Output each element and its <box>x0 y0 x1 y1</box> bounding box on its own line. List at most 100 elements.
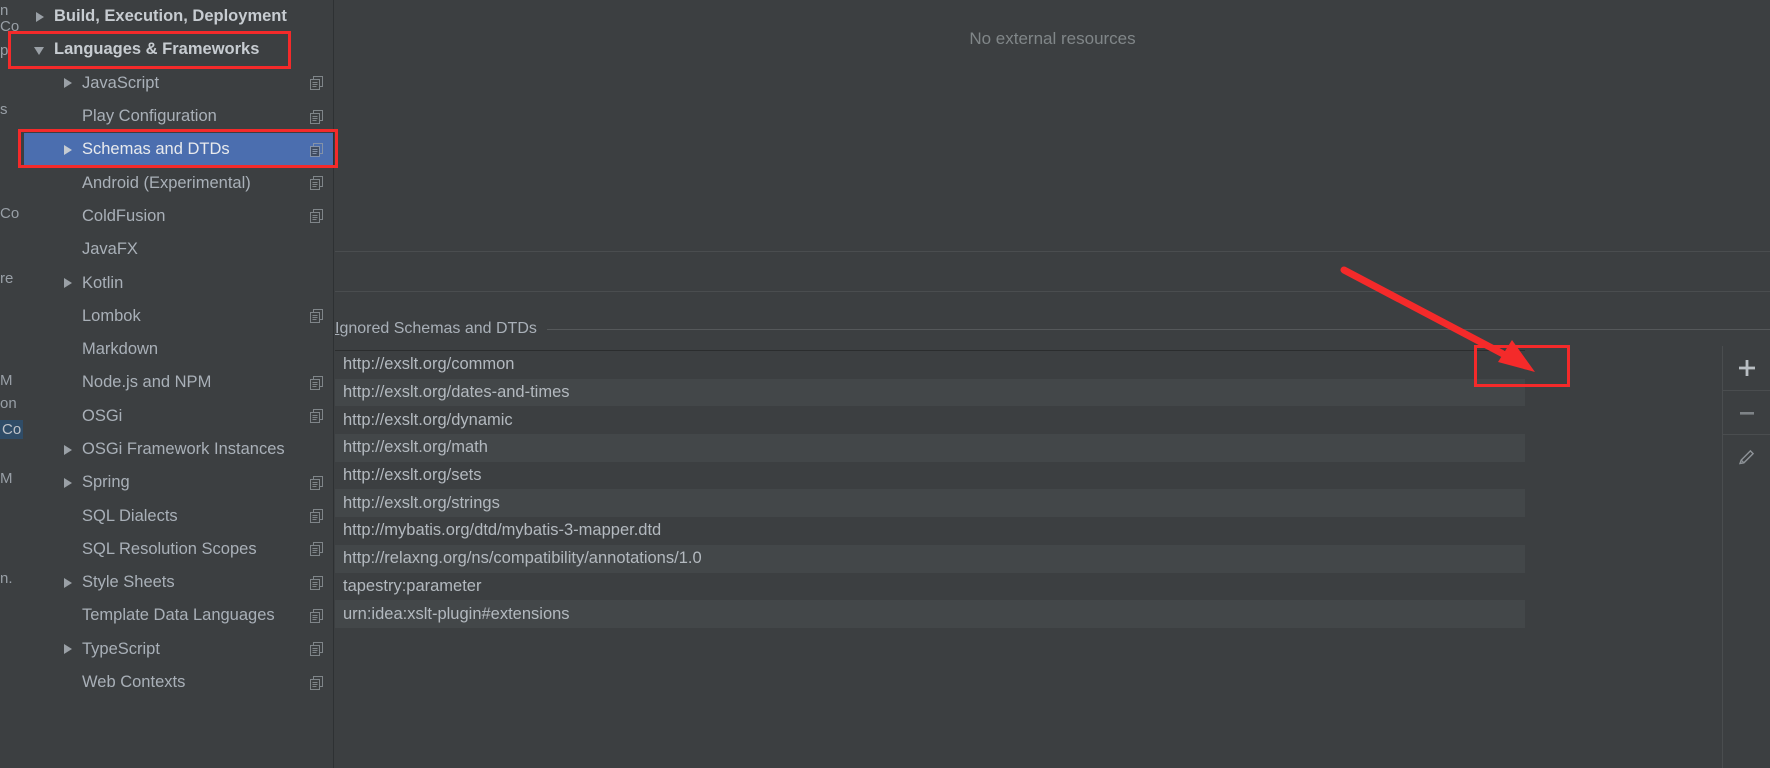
sidebar-item-lombok[interactable]: Lombok <box>24 300 333 333</box>
sidebar-item-sql-resolution-scopes[interactable]: SQL Resolution Scopes <box>24 533 333 566</box>
background-text-fragment: M <box>0 372 13 389</box>
list-item[interactable]: http://mybatis.org/dtd/mybatis-3-mapper.… <box>335 517 1525 545</box>
sidebar-item-spring[interactable]: Spring <box>24 466 333 499</box>
sidebar-item-coldfusion[interactable]: ColdFusion <box>24 200 333 233</box>
ignored-schemas-toolbar[interactable] <box>1722 346 1770 768</box>
external-resources-table[interactable]: No external resources <box>335 0 1770 252</box>
sidebar-item-osgi[interactable]: OSGi <box>24 400 333 433</box>
background-text-fragment: Co <box>0 18 20 35</box>
list-item[interactable]: tapestry:parameter <box>335 572 1525 601</box>
sidebar-item-schemas-and-dtds[interactable]: Schemas and DTDs <box>24 133 333 167</box>
copy-settings-icon[interactable] <box>310 608 323 623</box>
copy-settings-icon[interactable] <box>310 142 323 157</box>
sidebar-item-kotlin[interactable]: Kotlin <box>24 266 333 299</box>
sidebar-item-play-configuration[interactable]: Play Configuration <box>24 100 333 133</box>
chevron-right-icon[interactable] <box>62 444 74 456</box>
plus-icon <box>1739 360 1755 376</box>
background-text-fragment: p <box>0 42 9 59</box>
copy-settings-icon[interactable] <box>310 375 323 390</box>
list-item-label: http://exslt.org/strings <box>343 493 500 512</box>
sidebar-item-label: OSGi <box>82 406 123 425</box>
sidebar-item-web-contexts[interactable]: Web Contexts <box>24 666 333 699</box>
chevron-down-icon[interactable] <box>34 44 46 56</box>
sidebar-item-node-js-and-npm[interactable]: Node.js and NPM <box>24 366 333 399</box>
copy-settings-icon[interactable] <box>310 176 323 191</box>
copy-settings-icon[interactable] <box>310 76 323 91</box>
copy-settings-icon[interactable] <box>310 642 323 657</box>
ignored-schemas-title: Ignored Schemas and DTDs <box>335 320 537 338</box>
sidebar-item-label: ColdFusion <box>82 206 166 225</box>
list-item[interactable]: http://relaxng.org/ns/compatibility/anno… <box>335 544 1525 573</box>
sidebar-item-build-execution-deployment[interactable]: Build, Execution, Deployment <box>24 0 333 33</box>
sidebar-item-label: Style Sheets <box>82 573 175 592</box>
background-text-fragment: Co <box>0 420 24 439</box>
sidebar-item-label: SQL Resolution Scopes <box>82 539 257 558</box>
list-item-label: http://exslt.org/dynamic <box>343 410 513 429</box>
sidebar-item-template-data-languages[interactable]: Template Data Languages <box>24 599 333 632</box>
list-item[interactable]: http://exslt.org/strings <box>335 489 1525 518</box>
ignored-schemas-list[interactable]: http://exslt.org/common http://exslt.org/… <box>335 350 1525 768</box>
sidebar-item-label: SQL Dialects <box>82 506 178 525</box>
sidebar-item-label: JavaFX <box>82 240 138 259</box>
copy-settings-icon[interactable] <box>310 309 323 324</box>
chevron-right-icon[interactable] <box>62 477 74 489</box>
remove-button[interactable] <box>1723 390 1770 434</box>
add-button[interactable] <box>1723 346 1770 390</box>
background-text-fragment: re <box>0 270 14 287</box>
sidebar-item-label: Template Data Languages <box>82 606 275 625</box>
list-item-label: http://exslt.org/math <box>343 438 488 457</box>
list-item[interactable]: http://exslt.org/sets <box>335 461 1525 490</box>
chevron-right-icon[interactable] <box>34 11 46 23</box>
chevron-right-icon[interactable] <box>62 144 74 156</box>
sidebar-item-sql-dialects[interactable]: SQL Dialects <box>24 499 333 532</box>
chevron-right-icon[interactable] <box>62 577 74 589</box>
sidebar-item-javascript[interactable]: JavaScript <box>24 67 333 100</box>
list-item-label: http://mybatis.org/dtd/mybatis-3-mapper.… <box>343 521 662 540</box>
copy-settings-icon[interactable] <box>310 675 323 690</box>
copy-settings-icon[interactable] <box>310 209 323 224</box>
sidebar-item-typescript[interactable]: TypeScript <box>24 633 333 666</box>
sidebar-item-languages-frameworks[interactable]: Languages & Frameworks <box>24 33 333 66</box>
list-item[interactable]: urn:idea:xslt-plugin#extensions <box>335 600 1525 628</box>
chevron-right-icon[interactable] <box>62 77 74 89</box>
ignored-schemas-title-rest: gnored Schemas and DTDs <box>339 320 537 337</box>
sidebar-item-style-sheets[interactable]: Style Sheets <box>24 566 333 599</box>
sidebar-item-label: OSGi Framework Instances <box>82 440 285 458</box>
sidebar-item-javafx[interactable]: JavaFX <box>24 233 333 266</box>
list-item[interactable]: http://exslt.org/dates-and-times <box>335 378 1525 407</box>
sidebar-item-markdown[interactable]: Markdown <box>24 333 333 366</box>
background-text-strip: n Co p s Co re Mon Co Mn. <box>0 0 24 768</box>
copy-settings-icon[interactable] <box>310 509 323 524</box>
list-item-label: http://exslt.org/dates-and-times <box>343 383 570 402</box>
list-item[interactable]: http://exslt.org/common <box>335 351 1525 379</box>
copy-settings-icon[interactable] <box>310 542 323 557</box>
copy-settings-icon[interactable] <box>310 109 323 124</box>
sidebar-item-osgi-framework-instances[interactable]: OSGi Framework Instances <box>24 433 333 466</box>
list-item-label: http://exslt.org/common <box>343 355 515 374</box>
sidebar-item-label: Android (Experimental) <box>82 173 251 192</box>
sidebar-item-label: JavaScript <box>82 73 160 92</box>
list-item[interactable]: http://exslt.org/dynamic <box>335 406 1525 435</box>
sidebar-item-android-experimental[interactable]: Android (Experimental) <box>24 166 333 199</box>
chevron-right-icon[interactable] <box>62 643 74 655</box>
copy-settings-icon[interactable] <box>310 409 323 424</box>
sidebar-item-label: Lombok <box>82 306 141 325</box>
copy-settings-icon[interactable] <box>310 475 323 490</box>
edit-button[interactable] <box>1723 434 1770 478</box>
chevron-right-icon[interactable] <box>62 277 74 289</box>
copy-settings-icon[interactable] <box>310 575 323 590</box>
settings-tree[interactable]: Build, Execution, Deployment Languages & … <box>24 0 334 768</box>
list-item-label: http://relaxng.org/ns/compatibility/anno… <box>343 549 702 568</box>
sidebar-item-label: Web Contexts <box>82 673 186 692</box>
list-item[interactable]: http://exslt.org/math <box>335 434 1525 462</box>
background-text-fragment: on <box>0 395 17 412</box>
